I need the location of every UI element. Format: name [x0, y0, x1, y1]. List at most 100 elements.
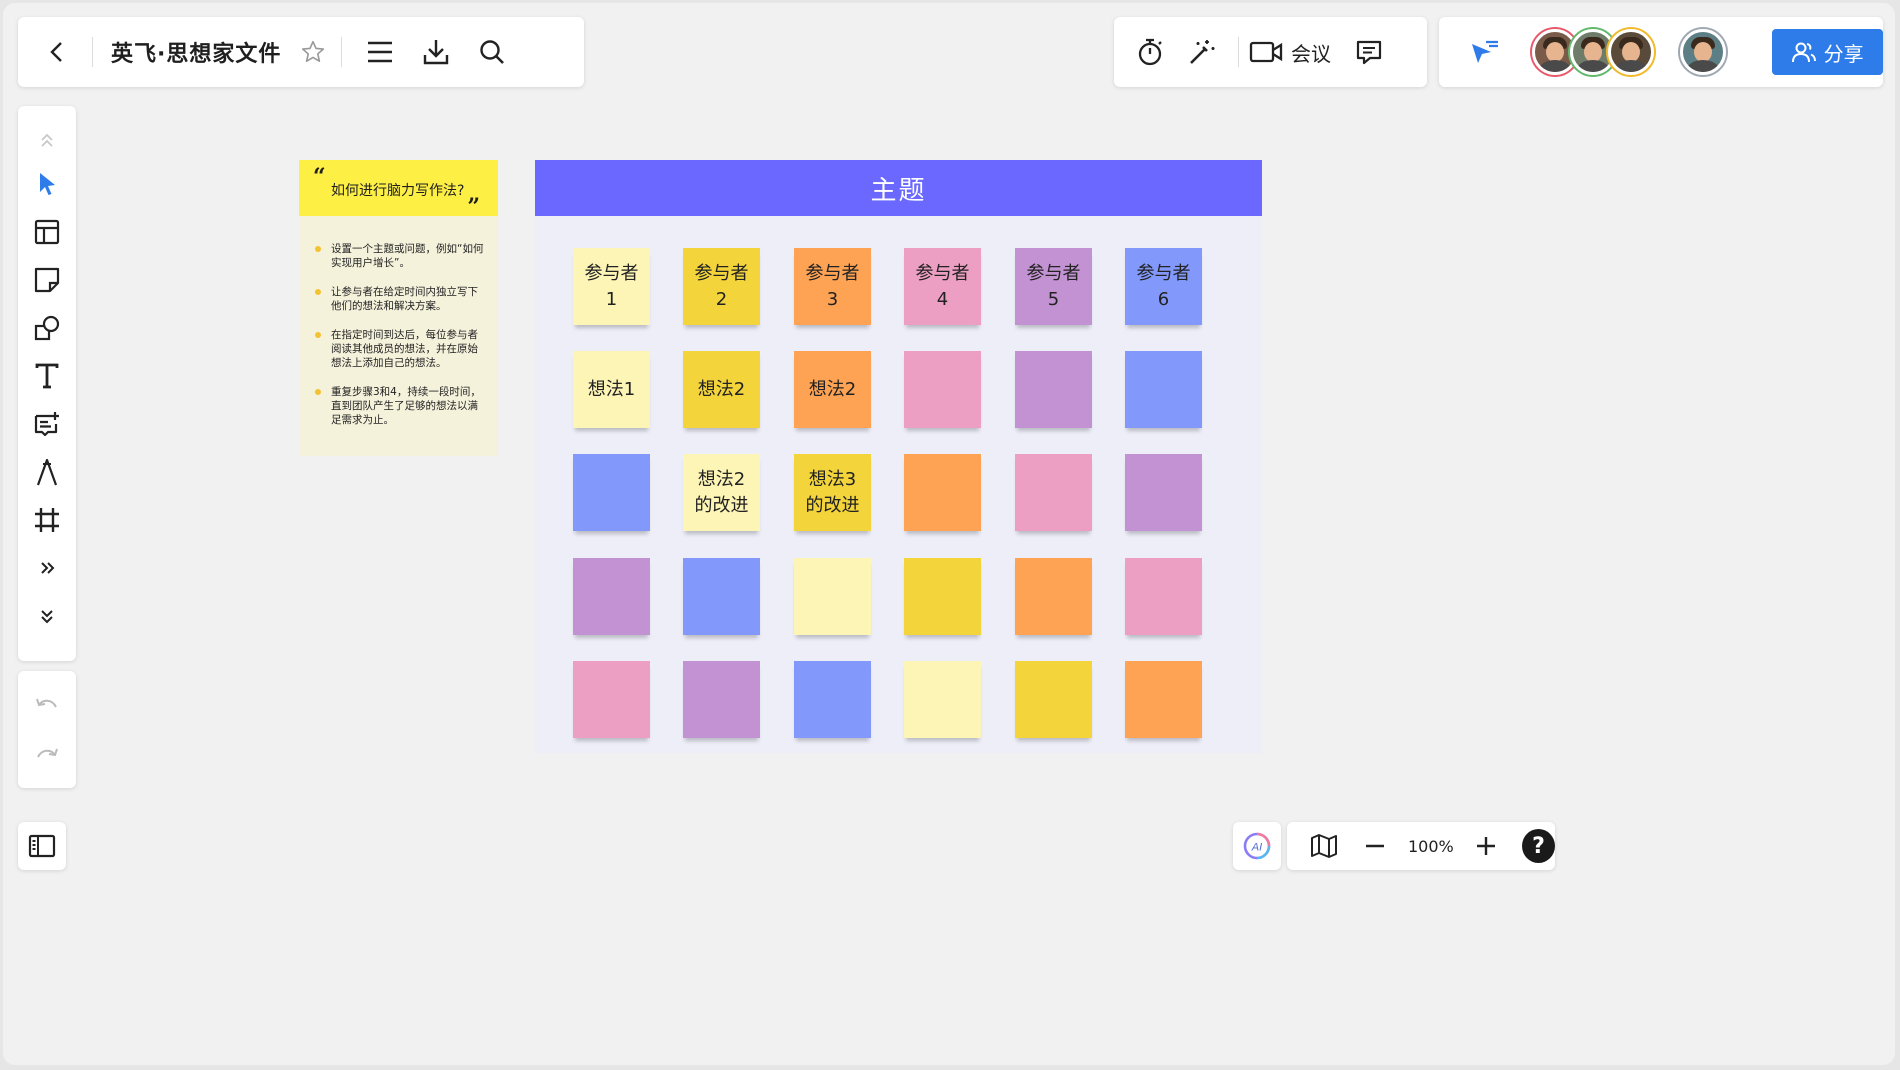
select-tool[interactable]: [23, 160, 71, 208]
zoom-level[interactable]: 100%: [1401, 837, 1461, 856]
sticky-note[interactable]: [904, 558, 981, 635]
sticky-note[interactable]: [573, 661, 650, 738]
double-chevron-up-icon: [41, 133, 53, 147]
open-quote-mark: “: [313, 164, 326, 190]
instruction-steps: 设置一个主题或问题，例如“如何实现用户增长”。 让参与者在给定时间内独立写下他们…: [299, 216, 498, 427]
sidebar-toggle-button[interactable]: [18, 822, 66, 870]
comment-tool[interactable]: [23, 400, 71, 448]
sticky-note[interactable]: [1125, 558, 1202, 635]
collaborator-avatar[interactable]: [1680, 29, 1727, 75]
template-tool[interactable]: [23, 208, 71, 256]
instruction-step: 让参与者在给定时间内独立写下他们的想法和解决方案。: [313, 285, 484, 313]
sticky-note-tool[interactable]: [23, 256, 71, 304]
text-tool[interactable]: [23, 352, 71, 400]
left-toolbar: [18, 106, 76, 661]
search-icon: [480, 40, 505, 64]
double-chevron-right-icon: [41, 562, 55, 574]
sticky-note[interactable]: [794, 661, 871, 738]
divider: [92, 37, 93, 67]
help-button[interactable]: ?: [1521, 829, 1556, 863]
sticky-note[interactable]: [683, 558, 760, 635]
pointer-icon: [40, 173, 55, 195]
sticky-note[interactable]: 参与者 2: [683, 248, 760, 325]
sticky-note[interactable]: 想法3 的改进: [794, 454, 871, 531]
instruction-header: “ 如何进行脑力写作法? ”: [299, 160, 498, 220]
sticky-note[interactable]: [904, 351, 981, 428]
download-button[interactable]: [408, 24, 464, 80]
double-chevron-down-icon: [41, 610, 53, 624]
collapse-up-button[interactable]: [23, 120, 71, 160]
document-title[interactable]: 英飞·思想家文件: [111, 36, 281, 68]
sticky-note[interactable]: [573, 558, 650, 635]
collaborator-avatar[interactable]: [1608, 29, 1655, 75]
magic-wand-icon: [1190, 40, 1215, 64]
back-button[interactable]: [34, 28, 82, 76]
sticky-note[interactable]: 想法1: [573, 351, 650, 428]
sticky-note[interactable]: [904, 454, 981, 531]
sticky-note[interactable]: [1015, 558, 1092, 635]
shape-tool[interactable]: [23, 304, 71, 352]
timer-button[interactable]: [1124, 26, 1176, 78]
more-tools-button[interactable]: [23, 544, 71, 592]
shapes-icon: [34, 315, 60, 341]
divider: [1238, 37, 1239, 67]
ai-assistant-button[interactable]: AI: [1233, 822, 1281, 870]
sticky-note[interactable]: 参与者 4: [904, 248, 981, 325]
magic-wand-button[interactable]: [1176, 26, 1228, 78]
sticky-note[interactable]: 参与者 5: [1015, 248, 1092, 325]
text-icon: [35, 363, 59, 389]
menu-button[interactable]: [352, 24, 408, 80]
search-button[interactable]: [464, 24, 520, 80]
sticky-note[interactable]: 想法2: [794, 351, 871, 428]
share-button[interactable]: 分享: [1772, 29, 1883, 75]
comments-button[interactable]: [1343, 26, 1395, 78]
menu-icon: [368, 41, 393, 63]
sticky-note[interactable]: 参与者 1: [573, 248, 650, 325]
sticky-note[interactable]: [1125, 454, 1202, 531]
frame-tool[interactable]: [23, 496, 71, 544]
chevron-left-icon: [50, 42, 62, 62]
brainwriting-board[interactable]: 主题 参与者 1 参与者 2 参与者 3 参与者 4 参与者 5 参与者 6 想法1 想法2 想…: [535, 160, 1262, 753]
sticky-note[interactable]: 参与者 3: [794, 248, 871, 325]
instruction-step: 在指定时间到达后，每位参与者阅读其他成员的想法，并在原始想法上添加自己的想法。: [313, 328, 484, 370]
redo-icon: [37, 748, 58, 758]
sticky-note[interactable]: [1125, 661, 1202, 738]
pen-icon: [36, 458, 58, 486]
follow-cursor-button[interactable]: [1459, 26, 1510, 78]
sticky-note[interactable]: [1125, 351, 1202, 428]
pen-tool[interactable]: [23, 448, 71, 496]
sticky-note[interactable]: 参与者 6: [1125, 248, 1202, 325]
instruction-card[interactable]: “ 如何进行脑力写作法? ” 设置一个主题或问题，例如“如何实现用户增长”。 让…: [299, 160, 498, 456]
undo-button[interactable]: [23, 683, 71, 727]
meeting-button[interactable]: 会议: [1249, 38, 1331, 67]
plus-icon: [1477, 837, 1496, 855]
favorite-button[interactable]: [293, 32, 333, 72]
cursor-follow-icon: [1471, 40, 1498, 63]
zoom-out-button[interactable]: [1354, 824, 1397, 868]
collaborator-avatars: [1532, 29, 1727, 75]
sticky-note[interactable]: [1015, 351, 1092, 428]
sticky-note[interactable]: [904, 661, 981, 738]
undo-icon: [36, 698, 57, 708]
svg-text:AI: AI: [1251, 842, 1262, 854]
zoom-in-button[interactable]: [1465, 824, 1508, 868]
sticky-note[interactable]: [683, 661, 760, 738]
sticky-note[interactable]: [1015, 454, 1092, 531]
board-title: 主题: [535, 160, 1262, 216]
share-label: 分享: [1823, 43, 1864, 66]
users-icon: [1791, 42, 1816, 63]
expand-down-button[interactable]: [23, 592, 71, 640]
sticky-note[interactable]: 想法2: [683, 351, 760, 428]
redo-button[interactable]: [23, 733, 71, 777]
sticky-note[interactable]: [573, 454, 650, 531]
sticky-note[interactable]: [794, 558, 871, 635]
map-icon: [1311, 834, 1338, 858]
sidebar-icon: [28, 834, 56, 858]
presence-toolbar: 分享: [1439, 17, 1883, 87]
frame-icon: [35, 508, 59, 532]
sticky-note[interactable]: [1015, 661, 1092, 738]
minimap-button[interactable]: [1303, 824, 1346, 868]
sticky-note[interactable]: 想法2 的改进: [683, 454, 760, 531]
sticky-note-icon: [34, 267, 60, 293]
zoom-toolbar: 100% ?: [1287, 822, 1556, 870]
